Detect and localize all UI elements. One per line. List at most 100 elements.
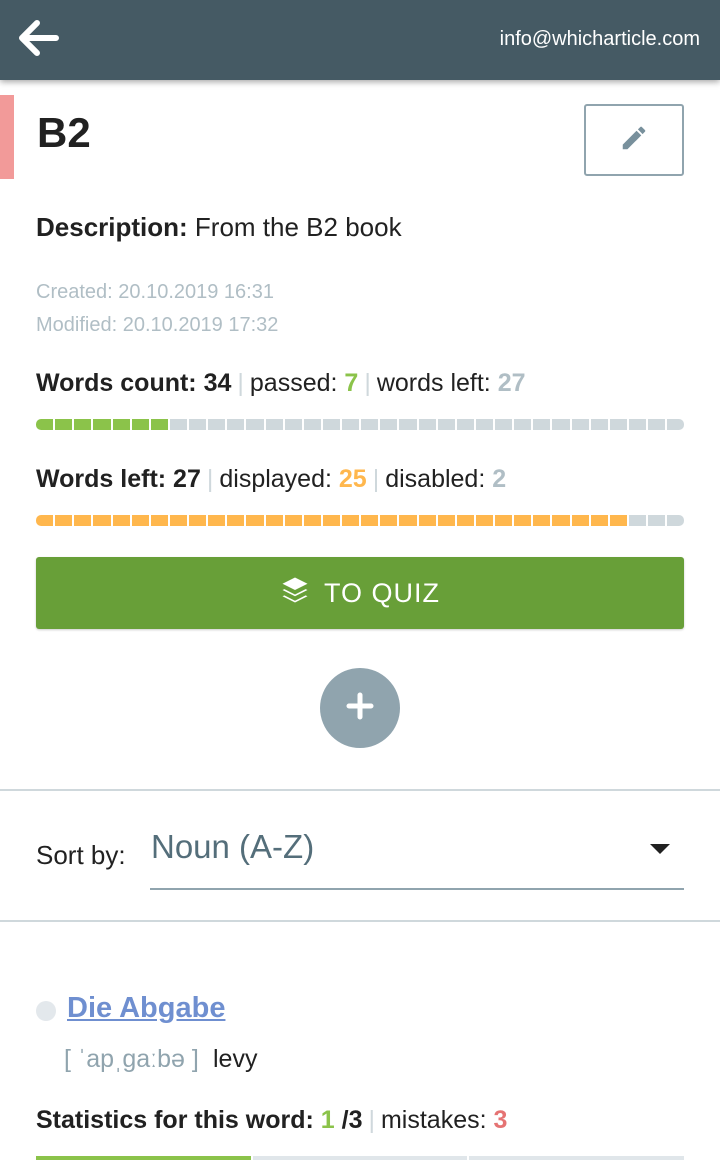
separator: | (364, 369, 371, 397)
word-statistics: Statistics for this word: 1 /3 | mistakes:… (36, 1106, 507, 1135)
words-count-label: Words count: (36, 369, 197, 397)
progress-segment (380, 515, 398, 526)
displayed-value: 25 (338, 465, 367, 493)
progress-segment (246, 419, 264, 430)
words-count-stats: Words count: 34 | passed: 7 | words left: 27 (36, 369, 526, 398)
caret-down-icon (650, 844, 670, 854)
progress-segment (322, 419, 340, 430)
plus-icon (346, 692, 374, 725)
displayed-progress-bar (36, 515, 685, 526)
progress-segment (495, 419, 513, 430)
sort-label: Sort by: (36, 840, 126, 870)
progress-segment (469, 1156, 685, 1160)
word-link[interactable]: Die Abgabe (67, 992, 225, 1025)
progress-segment (322, 515, 340, 526)
progress-segment (303, 515, 321, 526)
progress-segment (150, 515, 168, 526)
progress-segment (380, 419, 398, 430)
progress-segment (208, 515, 226, 526)
progress-segment (552, 515, 570, 526)
progress-segment (93, 515, 111, 526)
progress-segment (571, 419, 589, 430)
word-translation: levy (213, 1045, 258, 1073)
progress-segment (609, 515, 627, 526)
progress-segment (265, 419, 283, 430)
progress-segment (399, 515, 417, 526)
progress-segment (189, 419, 207, 430)
disabled-value: 2 (492, 465, 507, 493)
progress-segment (112, 419, 130, 430)
progress-segment (533, 515, 551, 526)
disabled-label: disabled: (385, 465, 486, 493)
progress-segment (456, 419, 474, 430)
arrow-left-icon (18, 19, 60, 62)
edit-button[interactable] (584, 104, 684, 176)
progress-segment (169, 515, 187, 526)
layers-icon (280, 575, 324, 612)
to-quiz-button[interactable]: TO QUIZ (36, 557, 684, 629)
progress-segment (342, 515, 360, 526)
progress-segment (437, 419, 455, 430)
progress-segment (437, 515, 455, 526)
word-stats-label: Statistics for this word: (36, 1106, 314, 1134)
modified-date: Modified: 20.10.2019 17:32 (36, 314, 279, 336)
sort-select[interactable]: Noun (A-Z) (150, 826, 684, 890)
word-correct-count: 1 (320, 1106, 335, 1134)
progress-segment (475, 515, 493, 526)
created-date: Created: 20.10.2019 16:31 (36, 281, 274, 303)
progress-segment (189, 515, 207, 526)
progress-segment (252, 1156, 468, 1160)
add-word-button[interactable] (320, 668, 400, 748)
progress-segment (399, 419, 417, 430)
progress-segment (648, 419, 666, 430)
progress-segment (609, 419, 627, 430)
progress-segment (667, 515, 685, 526)
words-left-stats: Words left: 27 | displayed: 25 | disabled: 2 (36, 465, 506, 494)
progress-segment (131, 515, 149, 526)
progress-segment (36, 515, 54, 526)
progress-segment (648, 515, 666, 526)
passed-value: 7 (344, 369, 359, 397)
progress-segment (495, 515, 513, 526)
words-left-value: 27 (173, 465, 201, 493)
back-button[interactable] (14, 16, 64, 64)
progress-segment (208, 419, 226, 430)
displayed-label: displayed: (219, 465, 332, 493)
progress-segment (667, 419, 685, 430)
separator: | (368, 1106, 375, 1134)
progress-segment (628, 515, 646, 526)
mistakes-label: mistakes: (380, 1106, 487, 1134)
progress-segment (475, 419, 493, 430)
progress-segment (533, 419, 551, 430)
progress-segment (150, 419, 168, 430)
progress-segment (342, 419, 360, 430)
account-email[interactable]: info@whicharticle.com (500, 28, 700, 51)
progress-segment (227, 515, 245, 526)
progress-segment (55, 515, 73, 526)
progress-segment (361, 515, 379, 526)
word-progress-bar (36, 1156, 685, 1160)
progress-segment (55, 419, 73, 430)
progress-segment (590, 515, 608, 526)
progress-segment (456, 515, 474, 526)
set-color-accent (0, 95, 14, 179)
progress-segment (303, 419, 321, 430)
progress-segment (265, 515, 283, 526)
app-bar: info@whicharticle.com (0, 0, 720, 80)
status-dot-icon (36, 1001, 56, 1021)
progress-segment (112, 515, 130, 526)
progress-segment (514, 515, 532, 526)
word-total-count: /3 (341, 1106, 363, 1134)
progress-segment (169, 419, 187, 430)
progress-segment (571, 515, 589, 526)
progress-segment (590, 419, 608, 430)
word-phonetic: [ ˈapˌɡaːbə ] (64, 1045, 199, 1073)
progress-segment (227, 419, 245, 430)
passed-label: passed: (249, 369, 338, 397)
words-left-label: Words left: (36, 465, 167, 493)
separator: | (372, 465, 380, 493)
progress-segment (36, 1156, 251, 1160)
words-left-label: words left: (376, 369, 491, 397)
progress-segment (246, 515, 264, 526)
passed-progress-bar (36, 419, 685, 430)
